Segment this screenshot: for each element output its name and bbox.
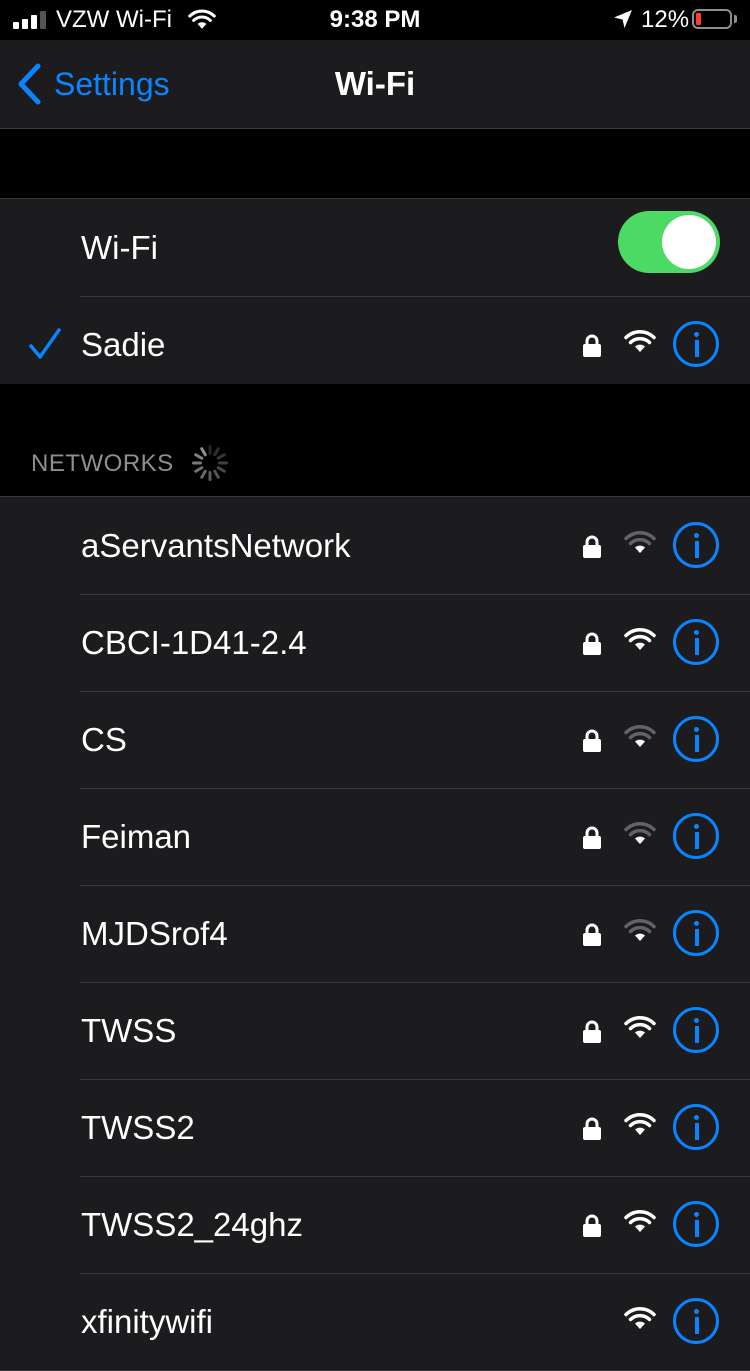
lock-icon (583, 334, 601, 357)
network-name: xfinitywifi (81, 1303, 214, 1340)
networks-list: aServantsNetwork CBCI-1D41-2.4 CS Feiman MJD… (0, 496, 750, 1371)
wifi-signal-icon (624, 1016, 656, 1038)
toggle-knob (662, 215, 716, 269)
lock-icon (583, 535, 601, 558)
network-name: TWSS2_24ghz (81, 1206, 303, 1243)
network-name: Feiman (81, 818, 192, 855)
wifi-signal-icon (624, 822, 656, 844)
status-bar: VZW Wi-Fi 9:38 PM 12% (0, 0, 750, 40)
info-button[interactable] (673, 1007, 719, 1053)
lock-icon (583, 1117, 601, 1140)
lock-icon (583, 1214, 601, 1237)
connected-network-row[interactable]: Sadie (0, 296, 750, 393)
wifi-signal-icon (624, 725, 656, 747)
wifi-toggle-row: Wi-Fi (0, 199, 750, 296)
info-button[interactable] (673, 321, 719, 367)
network-name: TWSS2 (81, 1109, 195, 1146)
info-button[interactable] (673, 619, 719, 665)
wifi-signal-icon (624, 628, 656, 650)
network-row[interactable]: aServantsNetwork (0, 497, 750, 594)
connected-network-name: Sadie (81, 326, 166, 363)
network-name: aServantsNetwork (81, 527, 351, 564)
info-button[interactable] (673, 1298, 719, 1344)
battery-icon (692, 9, 732, 29)
network-name: TWSS (81, 1012, 177, 1049)
wifi-toggle-label: Wi-Fi (81, 229, 158, 266)
info-button[interactable] (673, 1104, 719, 1150)
info-button[interactable] (673, 1201, 719, 1247)
lock-icon (583, 1020, 601, 1043)
network-row[interactable]: xfinitywifi (0, 1273, 750, 1370)
wifi-settings-group: Wi-Fi Sadie (0, 198, 750, 394)
wifi-signal-icon (624, 919, 656, 941)
location-arrow-icon (614, 10, 632, 28)
network-row[interactable]: CBCI-1D41-2.4 (0, 594, 750, 691)
lock-icon (583, 923, 601, 946)
status-time: 9:38 PM (329, 6, 421, 33)
network-row[interactable]: TWSS2 (0, 1079, 750, 1176)
info-button[interactable] (673, 910, 719, 956)
lock-icon (583, 826, 601, 849)
info-button[interactable] (673, 716, 719, 762)
lock-icon (583, 729, 601, 752)
battery-cap (734, 15, 737, 23)
loading-spinner-icon (192, 445, 228, 481)
network-name: MJDSrof4 (81, 915, 228, 952)
wifi-signal-icon (624, 1307, 656, 1329)
networks-section-header: NETWORKS (0, 384, 750, 496)
info-button[interactable] (673, 522, 719, 568)
wifi-signal-icon (624, 531, 656, 553)
checkmark-icon (29, 328, 61, 359)
battery-percent: 12% (641, 6, 690, 33)
wifi-signal-icon (624, 330, 656, 352)
page-title: Wi-Fi (334, 65, 416, 102)
networks-header-label: NETWORKS (31, 450, 174, 477)
section-spacer (0, 129, 750, 198)
network-row[interactable]: TWSS2_24ghz (0, 1176, 750, 1273)
network-row[interactable]: TWSS (0, 982, 750, 1079)
network-row[interactable]: CS (0, 691, 750, 788)
network-row[interactable]: MJDSrof4 (0, 885, 750, 982)
info-button[interactable] (673, 813, 719, 859)
wifi-signal-icon (624, 1113, 656, 1135)
wifi-signal-icon (624, 1210, 656, 1232)
lock-icon (583, 632, 601, 655)
network-name: CS (81, 721, 127, 758)
navigation-bar: Settings Wi-Fi (0, 40, 750, 129)
network-row[interactable]: Feiman (0, 788, 750, 885)
network-name: CBCI-1D41-2.4 (81, 624, 307, 661)
wifi-toggle[interactable] (618, 211, 720, 273)
